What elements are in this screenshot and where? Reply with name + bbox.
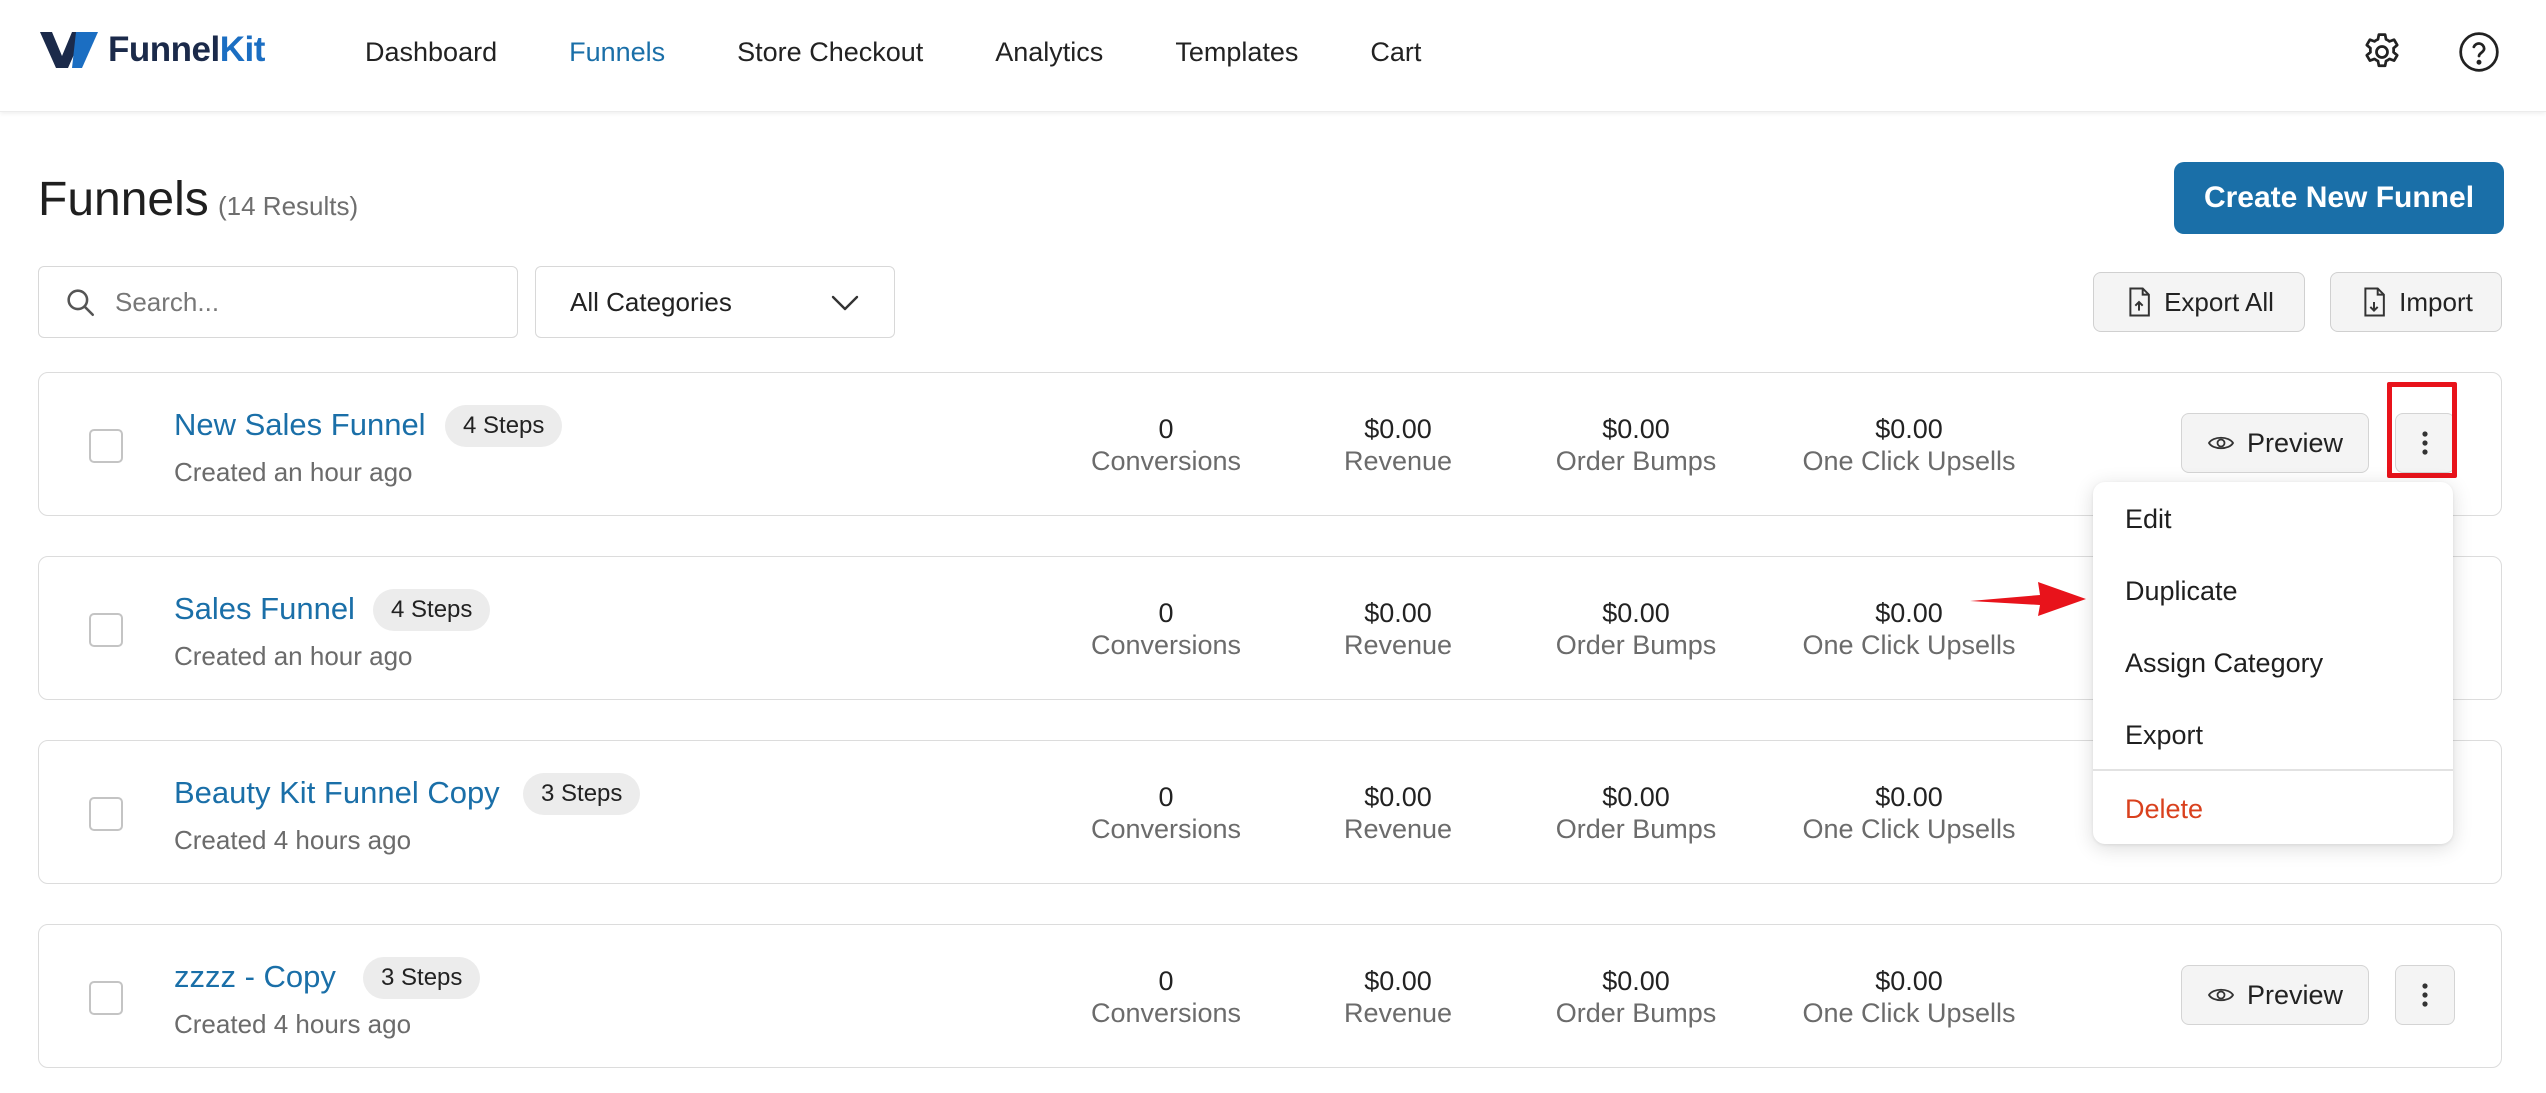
search-icon bbox=[67, 289, 95, 317]
menu-item-duplicate[interactable]: Duplicate bbox=[2125, 576, 2238, 607]
funnelkit-logo[interactable]: FunnelKit bbox=[38, 28, 265, 72]
row-checkbox[interactable] bbox=[89, 981, 123, 1015]
main-nav: Dashboard Funnels Store Checkout Analyti… bbox=[365, 0, 1493, 104]
export-file-icon bbox=[2129, 287, 2150, 317]
logo-text: FunnelKit bbox=[108, 30, 265, 69]
created-time: Created an hour ago bbox=[174, 457, 413, 487]
conversions-stat: 0 Conversions bbox=[1090, 966, 1242, 1028]
steps-badge: 3 Steps bbox=[523, 773, 641, 815]
gear-icon[interactable] bbox=[2360, 30, 2404, 74]
upsells-stat: $0.00 One Click Upsells bbox=[1802, 598, 2016, 660]
funnel-name-link[interactable]: Beauty Kit Funnel Copy bbox=[174, 775, 500, 811]
steps-badge: 4 Steps bbox=[445, 405, 563, 447]
funnel-name-link[interactable]: New Sales Funnel bbox=[174, 407, 426, 443]
conversions-stat: 0 Conversions bbox=[1090, 782, 1242, 844]
nav-analytics[interactable]: Analytics bbox=[995, 37, 1103, 68]
import-file-icon bbox=[2364, 287, 2385, 317]
eye-icon bbox=[2207, 436, 2235, 450]
nav-store-checkout[interactable]: Store Checkout bbox=[737, 37, 923, 68]
steps-badge: 3 Steps bbox=[363, 957, 481, 999]
created-time: Created 4 hours ago bbox=[174, 825, 412, 855]
steps-badge: 4 Steps bbox=[373, 589, 491, 631]
more-options-button[interactable] bbox=[2395, 965, 2455, 1025]
row-checkbox[interactable] bbox=[89, 429, 123, 463]
category-select[interactable]: All Categories bbox=[535, 266, 895, 338]
import-label: Import bbox=[2399, 286, 2473, 317]
eye-icon bbox=[2207, 988, 2235, 1002]
menu-item-edit[interactable]: Edit bbox=[2125, 504, 2172, 535]
order-bumps-stat: $0.00 Order Bumps bbox=[1555, 414, 1717, 476]
page-title: Funnels bbox=[38, 173, 209, 226]
preview-button[interactable]: Preview bbox=[2181, 965, 2369, 1025]
row-checkbox[interactable] bbox=[89, 613, 123, 647]
nav-dashboard[interactable]: Dashboard bbox=[365, 37, 497, 68]
funnel-name-link[interactable]: zzzz - Copy bbox=[174, 959, 336, 995]
upsells-stat: $0.00 One Click Upsells bbox=[1802, 782, 2016, 844]
top-navbar: FunnelKit Dashboard Funnels Store Checko… bbox=[0, 0, 2546, 112]
menu-item-delete[interactable]: Delete bbox=[2125, 794, 2203, 825]
search-input[interactable] bbox=[115, 286, 495, 318]
create-new-funnel-button[interactable]: Create New Funnel bbox=[2174, 162, 2504, 234]
results-count: (14 Results) bbox=[218, 191, 359, 221]
funnelkit-logo-icon bbox=[40, 32, 98, 68]
menu-item-export[interactable]: Export bbox=[2125, 720, 2203, 751]
more-options-button[interactable] bbox=[2395, 413, 2455, 473]
nav-funnels[interactable]: Funnels bbox=[569, 37, 665, 68]
revenue-stat: $0.00 Revenue bbox=[1343, 414, 1453, 476]
order-bumps-stat: $0.00 Order Bumps bbox=[1555, 782, 1717, 844]
export-all-button[interactable]: Export All bbox=[2093, 272, 2305, 332]
revenue-stat: $0.00 Revenue bbox=[1343, 966, 1453, 1028]
chevron-down-icon bbox=[831, 295, 859, 311]
category-select-value: All Categories bbox=[570, 286, 732, 317]
created-time: Created 4 hours ago bbox=[174, 1009, 412, 1039]
conversions-stat: 0 Conversions bbox=[1090, 598, 1242, 660]
order-bumps-stat: $0.00 Order Bumps bbox=[1555, 966, 1717, 1028]
menu-divider bbox=[2093, 769, 2453, 771]
funnel-name-link[interactable]: Sales Funnel bbox=[174, 591, 355, 627]
nav-templates[interactable]: Templates bbox=[1175, 37, 1298, 68]
search-box bbox=[38, 266, 518, 338]
funnel-row: zzzz - Copy 3 Steps Created 4 hours ago … bbox=[38, 924, 2502, 1068]
preview-button[interactable]: Preview bbox=[2181, 413, 2369, 473]
preview-label: Preview bbox=[2246, 427, 2344, 458]
upsells-stat: $0.00 One Click Upsells bbox=[1802, 414, 2016, 476]
help-icon[interactable] bbox=[2457, 30, 2501, 74]
row-actions-menu: Edit Duplicate Assign Category Export De… bbox=[2093, 482, 2453, 844]
revenue-stat: $0.00 Revenue bbox=[1343, 598, 1453, 660]
nav-cart[interactable]: Cart bbox=[1370, 37, 1421, 68]
kebab-menu-icon bbox=[2422, 983, 2428, 1007]
created-time: Created an hour ago bbox=[174, 641, 413, 671]
order-bumps-stat: $0.00 Order Bumps bbox=[1555, 598, 1717, 660]
kebab-menu-icon bbox=[2422, 431, 2428, 455]
upsells-stat: $0.00 One Click Upsells bbox=[1802, 966, 2016, 1028]
revenue-stat: $0.00 Revenue bbox=[1343, 782, 1453, 844]
row-checkbox[interactable] bbox=[89, 797, 123, 831]
import-button[interactable]: Import bbox=[2330, 272, 2502, 332]
menu-item-assign-category[interactable]: Assign Category bbox=[2125, 648, 2323, 679]
export-all-label: Export All bbox=[2164, 286, 2274, 317]
conversions-stat: 0 Conversions bbox=[1090, 414, 1242, 476]
preview-label: Preview bbox=[2246, 979, 2344, 1010]
